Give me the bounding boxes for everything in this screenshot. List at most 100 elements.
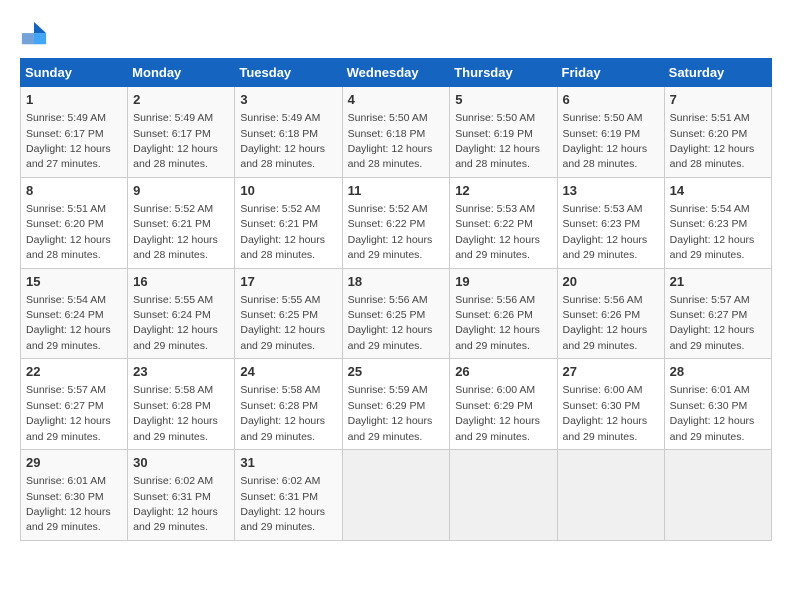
day-number: 5 xyxy=(455,91,551,109)
day-info: Sunrise: 6:00 AMSunset: 6:30 PMDaylight:… xyxy=(563,384,648,442)
day-number: 22 xyxy=(26,363,122,381)
day-number: 21 xyxy=(670,273,766,291)
day-number: 11 xyxy=(348,182,445,200)
calendar-week-4: 22 Sunrise: 5:57 AMSunset: 6:27 PMDayligh… xyxy=(21,359,772,450)
day-number: 6 xyxy=(563,91,659,109)
day-info: Sunrise: 5:57 AMSunset: 6:27 PMDaylight:… xyxy=(26,384,111,442)
day-info: Sunrise: 5:56 AMSunset: 6:25 PMDaylight:… xyxy=(348,294,433,352)
calendar-table: SundayMondayTuesdayWednesdayThursdayFrid… xyxy=(20,58,772,541)
calendar-cell xyxy=(342,450,450,541)
day-number: 30 xyxy=(133,454,229,472)
header-day-monday: Monday xyxy=(128,59,235,87)
calendar-week-5: 29 Sunrise: 6:01 AMSunset: 6:30 PMDayligh… xyxy=(21,450,772,541)
day-info: Sunrise: 5:52 AMSunset: 6:22 PMDaylight:… xyxy=(348,203,433,261)
calendar-cell: 14 Sunrise: 5:54 AMSunset: 6:23 PMDayligh… xyxy=(664,177,771,268)
day-number: 7 xyxy=(670,91,766,109)
day-info: Sunrise: 6:01 AMSunset: 6:30 PMDaylight:… xyxy=(670,384,755,442)
calendar-cell: 6 Sunrise: 5:50 AMSunset: 6:19 PMDaylight… xyxy=(557,87,664,178)
day-info: Sunrise: 5:50 AMSunset: 6:19 PMDaylight:… xyxy=(455,112,540,170)
day-info: Sunrise: 5:49 AMSunset: 6:18 PMDaylight:… xyxy=(240,112,325,170)
day-info: Sunrise: 5:51 AMSunset: 6:20 PMDaylight:… xyxy=(670,112,755,170)
day-info: Sunrise: 5:57 AMSunset: 6:27 PMDaylight:… xyxy=(670,294,755,352)
day-number: 13 xyxy=(563,182,659,200)
day-info: Sunrise: 5:59 AMSunset: 6:29 PMDaylight:… xyxy=(348,384,433,442)
day-number: 15 xyxy=(26,273,122,291)
header-day-wednesday: Wednesday xyxy=(342,59,450,87)
day-number: 9 xyxy=(133,182,229,200)
day-number: 3 xyxy=(240,91,336,109)
calendar-cell: 13 Sunrise: 5:53 AMSunset: 6:23 PMDayligh… xyxy=(557,177,664,268)
calendar-cell: 30 Sunrise: 6:02 AMSunset: 6:31 PMDayligh… xyxy=(128,450,235,541)
calendar-cell: 3 Sunrise: 5:49 AMSunset: 6:18 PMDaylight… xyxy=(235,87,342,178)
day-info: Sunrise: 5:50 AMSunset: 6:19 PMDaylight:… xyxy=(563,112,648,170)
day-info: Sunrise: 6:02 AMSunset: 6:31 PMDaylight:… xyxy=(133,475,218,533)
day-info: Sunrise: 5:52 AMSunset: 6:21 PMDaylight:… xyxy=(240,203,325,261)
header-day-thursday: Thursday xyxy=(450,59,557,87)
calendar-cell: 28Sunrise: 6:01 AMSunset: 6:30 PMDayligh… xyxy=(664,359,771,450)
day-info: Sunrise: 5:53 AMSunset: 6:22 PMDaylight:… xyxy=(455,203,540,261)
calendar-cell: 20 Sunrise: 5:56 AMSunset: 6:26 PMDayligh… xyxy=(557,268,664,359)
day-info: Sunrise: 5:49 AMSunset: 6:17 PMDaylight:… xyxy=(26,112,111,170)
day-number: 24 xyxy=(240,363,336,381)
day-info: Sunrise: 5:56 AMSunset: 6:26 PMDaylight:… xyxy=(563,294,648,352)
calendar-cell: 7 Sunrise: 5:51 AMSunset: 6:20 PMDaylight… xyxy=(664,87,771,178)
day-number: 31 xyxy=(240,454,336,472)
calendar-cell xyxy=(557,450,664,541)
day-number: 18 xyxy=(348,273,445,291)
day-number: 23 xyxy=(133,363,229,381)
calendar-cell: 12 Sunrise: 5:53 AMSunset: 6:22 PMDayligh… xyxy=(450,177,557,268)
calendar-week-2: 8 Sunrise: 5:51 AMSunset: 6:20 PMDaylight… xyxy=(21,177,772,268)
calendar-week-1: 1 Sunrise: 5:49 AMSunset: 6:17 PMDaylight… xyxy=(21,87,772,178)
calendar-cell: 10 Sunrise: 5:52 AMSunset: 6:21 PMDayligh… xyxy=(235,177,342,268)
day-number: 14 xyxy=(670,182,766,200)
calendar-cell: 25 Sunrise: 5:59 AMSunset: 6:29 PMDayligh… xyxy=(342,359,450,450)
calendar-cell xyxy=(664,450,771,541)
day-info: Sunrise: 6:00 AMSunset: 6:29 PMDaylight:… xyxy=(455,384,540,442)
calendar-cell: 1 Sunrise: 5:49 AMSunset: 6:17 PMDaylight… xyxy=(21,87,128,178)
day-number: 12 xyxy=(455,182,551,200)
day-number: 17 xyxy=(240,273,336,291)
day-number: 29 xyxy=(26,454,122,472)
logo-icon xyxy=(20,20,48,48)
calendar-cell: 5 Sunrise: 5:50 AMSunset: 6:19 PMDaylight… xyxy=(450,87,557,178)
day-number: 1 xyxy=(26,91,122,109)
day-info: Sunrise: 6:01 AMSunset: 6:30 PMDaylight:… xyxy=(26,475,111,533)
header-day-friday: Friday xyxy=(557,59,664,87)
day-number: 19 xyxy=(455,273,551,291)
day-info: Sunrise: 5:54 AMSunset: 6:24 PMDaylight:… xyxy=(26,294,111,352)
calendar-cell: 2 Sunrise: 5:49 AMSunset: 6:17 PMDaylight… xyxy=(128,87,235,178)
day-info: Sunrise: 5:55 AMSunset: 6:24 PMDaylight:… xyxy=(133,294,218,352)
day-number: 16 xyxy=(133,273,229,291)
day-info: Sunrise: 5:53 AMSunset: 6:23 PMDaylight:… xyxy=(563,203,648,261)
day-info: Sunrise: 5:51 AMSunset: 6:20 PMDaylight:… xyxy=(26,203,111,261)
day-number: 25 xyxy=(348,363,445,381)
calendar-cell: 11 Sunrise: 5:52 AMSunset: 6:22 PMDayligh… xyxy=(342,177,450,268)
calendar-cell: 27Sunrise: 6:00 AMSunset: 6:30 PMDayligh… xyxy=(557,359,664,450)
calendar-cell: 24Sunrise: 5:58 AMSunset: 6:28 PMDayligh… xyxy=(235,359,342,450)
day-number: 10 xyxy=(240,182,336,200)
page-header xyxy=(20,20,772,48)
day-info: Sunrise: 5:54 AMSunset: 6:23 PMDaylight:… xyxy=(670,203,755,261)
calendar-cell: 31Sunrise: 6:02 AMSunset: 6:31 PMDayligh… xyxy=(235,450,342,541)
calendar-cell: 23Sunrise: 5:58 AMSunset: 6:28 PMDayligh… xyxy=(128,359,235,450)
calendar-cell: 29 Sunrise: 6:01 AMSunset: 6:30 PMDayligh… xyxy=(21,450,128,541)
day-info: Sunrise: 5:52 AMSunset: 6:21 PMDaylight:… xyxy=(133,203,218,261)
calendar-cell: 8 Sunrise: 5:51 AMSunset: 6:20 PMDaylight… xyxy=(21,177,128,268)
calendar-cell: 15 Sunrise: 5:54 AMSunset: 6:24 PMDayligh… xyxy=(21,268,128,359)
day-info: Sunrise: 5:50 AMSunset: 6:18 PMDaylight:… xyxy=(348,112,433,170)
day-number: 26 xyxy=(455,363,551,381)
calendar-cell: 9 Sunrise: 5:52 AMSunset: 6:21 PMDaylight… xyxy=(128,177,235,268)
calendar-cell: 4Sunrise: 5:50 AMSunset: 6:18 PMDaylight… xyxy=(342,87,450,178)
day-number: 2 xyxy=(133,91,229,109)
day-number: 8 xyxy=(26,182,122,200)
day-number: 20 xyxy=(563,273,659,291)
day-info: Sunrise: 5:55 AMSunset: 6:25 PMDaylight:… xyxy=(240,294,325,352)
header-day-tuesday: Tuesday xyxy=(235,59,342,87)
calendar-cell: 18 Sunrise: 5:56 AMSunset: 6:25 PMDayligh… xyxy=(342,268,450,359)
header-row: SundayMondayTuesdayWednesdayThursdayFrid… xyxy=(21,59,772,87)
calendar-cell: 19Sunrise: 5:56 AMSunset: 6:26 PMDayligh… xyxy=(450,268,557,359)
day-info: Sunrise: 5:49 AMSunset: 6:17 PMDaylight:… xyxy=(133,112,218,170)
calendar-week-3: 15 Sunrise: 5:54 AMSunset: 6:24 PMDayligh… xyxy=(21,268,772,359)
calendar-cell: 26 Sunrise: 6:00 AMSunset: 6:29 PMDayligh… xyxy=(450,359,557,450)
header-day-saturday: Saturday xyxy=(664,59,771,87)
